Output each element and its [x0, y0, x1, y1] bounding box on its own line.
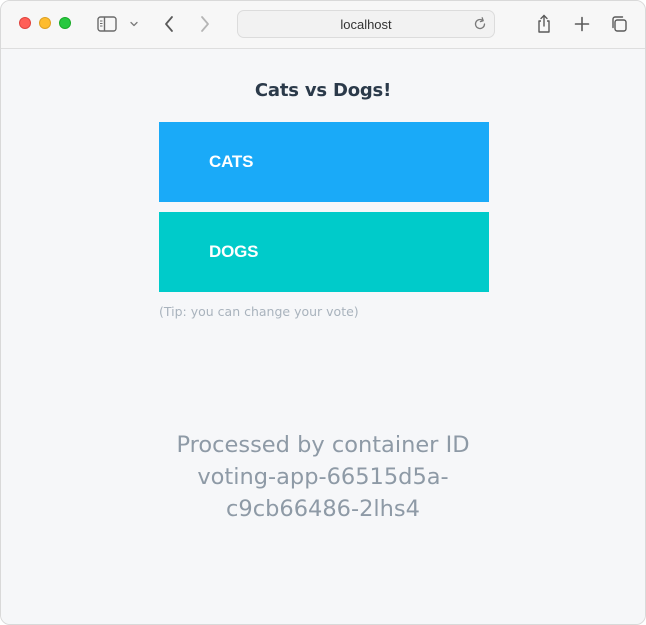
- sidebar-icon[interactable]: [95, 11, 119, 37]
- zoom-window-button[interactable]: [59, 17, 71, 29]
- back-icon[interactable]: [159, 11, 179, 37]
- vote-dogs-button[interactable]: DOGS: [159, 212, 489, 292]
- minimize-window-button[interactable]: [39, 17, 51, 29]
- container-info-line: Processed by container ID: [176, 432, 470, 458]
- container-info-line: c9cb66486-2lhs4: [226, 496, 420, 522]
- close-window-button[interactable]: [19, 17, 31, 29]
- container-info: Processed by container ID voting-app-665…: [1, 429, 645, 525]
- tabs-icon[interactable]: [608, 11, 630, 37]
- share-icon[interactable]: [533, 11, 555, 37]
- page-content: Cats vs Dogs! CATS DOGS (Tip: you can ch…: [1, 49, 645, 624]
- vote-cats-button[interactable]: CATS: [159, 122, 489, 202]
- vote-tip: (Tip: you can change your vote): [159, 304, 359, 319]
- chevron-down-icon[interactable]: [127, 11, 141, 37]
- browser-toolbar: localhost: [1, 1, 645, 49]
- browser-window: localhost Cats vs Dogs! CATS DOGS (Tip: …: [0, 0, 646, 625]
- address-bar[interactable]: localhost: [237, 10, 495, 38]
- plus-icon[interactable]: [571, 11, 593, 37]
- reload-icon[interactable]: [472, 16, 488, 32]
- forward-icon[interactable]: [195, 11, 215, 37]
- container-info-line: voting-app-66515d5a-: [197, 464, 449, 490]
- address-text: localhost: [340, 16, 392, 32]
- page-title: Cats vs Dogs!: [254, 80, 392, 101]
